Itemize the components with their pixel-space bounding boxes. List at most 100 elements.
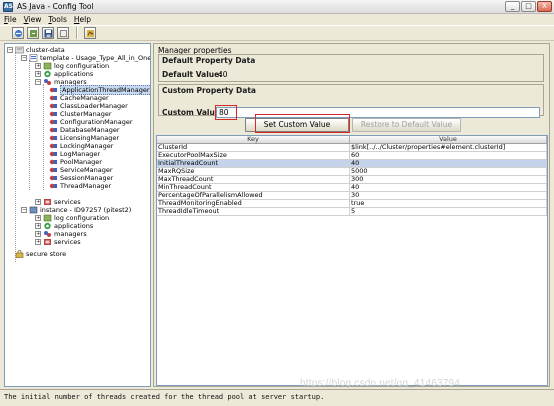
cell-value[interactable]: 40 [350,184,547,191]
tree-node-manager[interactable]: ClusterManager [49,110,112,118]
table-row[interactable]: MinThreadCount 40 [157,184,547,192]
tree-node-log-configuration[interactable]: + log configuration [35,62,109,70]
config-tree[interactable]: − cluster-data − template - Usage_Type_A… [4,43,151,387]
cell-key: ThreadMonitoringEnabled [157,200,351,207]
watermark: https://blog.csdn.net/qq_41463794 [300,378,461,389]
template-icon [29,54,38,62]
custom-value-label: Custom Value: [162,108,223,117]
tree-node-manager[interactable]: ServiceManager [49,166,113,174]
tree-label: LicensingManager [60,134,120,142]
export-icon[interactable] [84,27,96,39]
minimize-button[interactable]: _ [505,1,520,12]
tree-node-manager[interactable]: PoolManager [49,158,102,166]
tree-node-manager[interactable]: DatabaseManager [49,126,120,134]
connect-icon[interactable] [12,27,24,39]
tree-label: log configuration [54,214,110,222]
cell-key: InitialThreadCount [157,160,351,167]
tree-node-instance[interactable]: − instance - ID97257 (pitest2) [21,206,131,214]
manager-icon [49,118,58,126]
expand-toggle[interactable]: + [35,199,41,205]
refresh-icon[interactable] [27,27,39,39]
table-row[interactable]: MaxRQSize 5000 [157,168,547,176]
collapse-toggle[interactable]: − [35,79,41,85]
save-icon[interactable] [42,27,54,39]
tree-node-cluster-data[interactable]: − cluster-data [7,46,65,54]
cell-value[interactable]: 5 [350,208,547,215]
collapse-toggle[interactable]: − [7,47,13,53]
cell-value[interactable]: 300 [350,176,547,183]
tree-label: instance - ID97257 (pitest2) [40,206,132,214]
menu-file[interactable]: File [4,15,17,24]
tree-label: ThreadManager [60,182,112,190]
custom-value-input[interactable]: 80 [216,107,540,118]
tree-node-applications[interactable]: + applications [35,70,93,78]
expand-toggle[interactable]: + [35,223,41,229]
expand-toggle[interactable]: + [35,215,41,221]
cell-value[interactable]: 60 [350,152,547,159]
table-row[interactable]: InitialThreadCount 40 [157,160,547,168]
cell-key: ExecutorPoolMaxSize [157,152,351,159]
cell-value[interactable]: true [350,200,547,207]
tree-label: template - Usage_Type_All_in_One [40,54,151,62]
custom-property-group: Custom Property Data Custom Value: 80 [158,84,544,120]
expand-toggle[interactable]: + [35,231,41,237]
close-button[interactable]: X [537,1,552,12]
expand-toggle[interactable]: + [35,71,41,77]
managers-icon [43,230,52,238]
collapse-toggle[interactable]: − [21,55,27,61]
column-header-key[interactable]: Key [157,136,351,143]
tree-node-manager[interactable]: ApplicationThreadManager [49,85,150,95]
menu-tools[interactable]: Tools [48,15,66,24]
table-row[interactable]: ExecutorPoolMaxSize 60 [157,152,547,160]
tree-node-manager[interactable]: ClassLoaderManager [49,102,128,110]
tree-node-manager[interactable]: SessionManager [49,174,113,182]
manager-icon [49,142,58,150]
cell-value[interactable]: 40 [350,160,547,167]
default-value-label: Default Value: [162,70,223,79]
table-row[interactable]: PercentageOfParallelismAllowed 30 [157,192,547,200]
tree-node-instance-applications[interactable]: + applications [35,222,93,230]
table-row[interactable]: ThreadMonitoringEnabled true [157,200,547,208]
cell-value[interactable]: 30 [350,192,547,199]
tree-node-template[interactable]: − template - Usage_Type_All_in_One [21,54,151,62]
cell-key: ThreadIdleTimeout [157,208,351,215]
cell-value[interactable]: $link[../../Cluster/properties#element.c… [350,144,547,151]
tree-node-manager[interactable]: ConfigurationManager [49,118,133,126]
table-row[interactable]: ClusterId $link[../../Cluster/properties#… [157,144,547,152]
cell-key: MaxThreadCount [157,176,351,183]
tree-node-instance-services[interactable]: + services [35,238,81,246]
set-custom-value-button[interactable]: Set Custom Value [245,118,349,132]
cell-value[interactable]: 5000 [350,168,547,175]
tree-label: log configuration [54,62,110,70]
instance-icon [29,206,38,214]
tree-label: services [54,238,81,246]
expand-toggle[interactable]: + [35,63,41,69]
tree-node-instance-managers[interactable]: + managers [35,230,87,238]
tree-node-manager[interactable]: CacheManager [49,94,109,102]
tree-node-secure-store[interactable]: secure store [7,250,66,258]
column-header-value[interactable]: Value [350,136,547,143]
expand-toggle[interactable]: + [35,239,41,245]
properties-table[interactable]: Key Value ClusterId $link[../../Cluster/p… [156,135,548,386]
managers-icon [43,78,52,86]
manager-icon [49,174,58,182]
tree-node-manager[interactable]: LogManager [49,150,100,158]
tree-label: managers [54,230,87,238]
tree-node-instance-log-configuration[interactable]: + log configuration [35,214,109,222]
tree-node-manager[interactable]: ThreadManager [49,182,111,190]
table-row[interactable]: ThreadIdleTimeout 5 [157,208,547,216]
tree-node-services[interactable]: + services [35,198,81,206]
restore-default-button[interactable]: Restore to Default Value [352,118,461,132]
menu-help[interactable]: Help [74,15,91,24]
secure-store-icon [15,250,24,258]
table-row[interactable]: MaxThreadCount 300 [157,176,547,184]
collapse-toggle[interactable]: − [21,207,27,213]
tree-node-manager[interactable]: LicensingManager [49,134,119,142]
manager-icon [49,182,58,190]
import-icon[interactable] [57,27,69,39]
menu-view[interactable]: View [24,15,42,24]
tree-label: CacheManager [60,94,109,102]
tree-node-manager[interactable]: LockingManager [49,142,113,150]
tree-label: secure store [26,250,67,258]
maximize-button[interactable]: □ [521,1,536,12]
